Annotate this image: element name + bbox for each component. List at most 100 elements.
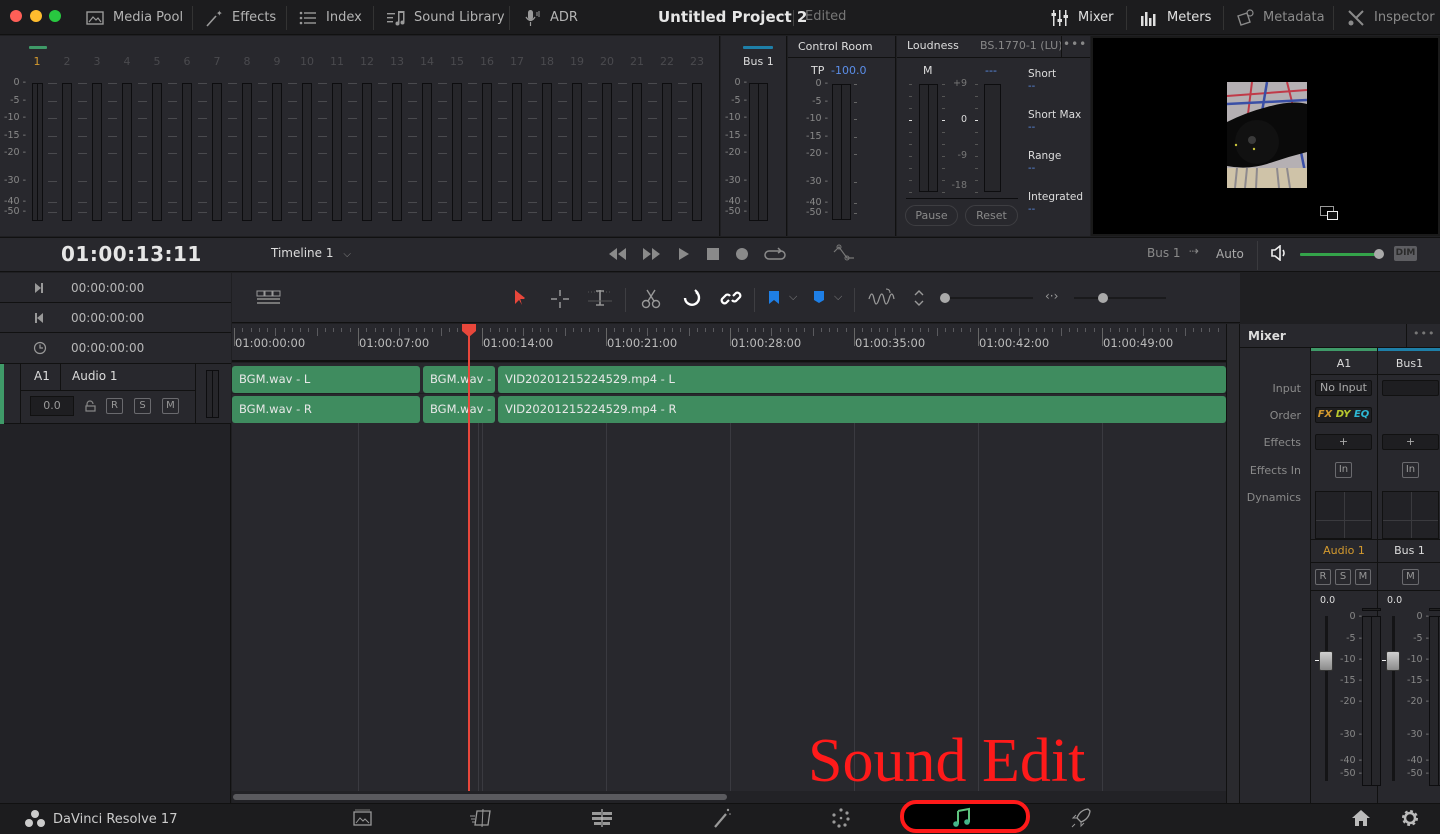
fast-forward-icon[interactable] — [642, 247, 662, 261]
bus1-dynamics-graph[interactable] — [1382, 491, 1439, 539]
out-point-row[interactable]: 00:00:00:00 — [0, 303, 231, 333]
bus-route-target[interactable]: Auto — [1216, 247, 1244, 261]
channel-number[interactable]: 5 — [147, 55, 167, 68]
marker-dropdown-chevron-icon[interactable]: ⌵ — [834, 290, 842, 304]
channel-number[interactable]: 1 — [27, 55, 47, 68]
speaker-volume-icon[interactable] — [1270, 245, 1292, 261]
close-window-button[interactable] — [10, 10, 22, 22]
clip-bgm-left-1[interactable]: BGM.wav - L — [232, 366, 420, 393]
a1-order-button[interactable]: FX DY EQ — [1315, 407, 1372, 423]
a1-mute-button[interactable]: M — [1355, 569, 1371, 585]
marker-blue-icon[interactable] — [813, 290, 825, 304]
channel-number[interactable]: 21 — [627, 55, 647, 68]
reset-button[interactable]: Reset — [965, 205, 1018, 226]
mute-button[interactable]: M — [162, 398, 179, 414]
sound-library-button[interactable]: Sound Library — [386, 0, 505, 35]
clip-video-left[interactable]: VID20201215224529.mp4 - L — [498, 366, 1226, 393]
channel-number[interactable]: 2 — [57, 55, 77, 68]
bus1-input-select[interactable] — [1382, 380, 1439, 396]
effects-button[interactable]: ✦ Effects — [204, 0, 276, 35]
channel-number[interactable]: 22 — [657, 55, 677, 68]
play-icon[interactable] — [677, 247, 691, 261]
edit-page-icon[interactable] — [590, 806, 614, 830]
duration-row[interactable]: 00:00:00:00 — [0, 333, 231, 364]
rewind-icon[interactable] — [607, 247, 627, 261]
mixer-toggle-button[interactable]: Mixer — [1050, 0, 1113, 35]
deliver-page-icon[interactable] — [1069, 806, 1093, 830]
metadata-toggle-button[interactable]: Metadata — [1235, 0, 1325, 35]
playhead-handle[interactable] — [461, 324, 477, 338]
mixer-options-icon[interactable]: ••• — [1413, 327, 1435, 340]
channel-number[interactable]: 12 — [357, 55, 377, 68]
channel-number[interactable]: 23 — [687, 55, 707, 68]
solo-button[interactable]: S — [134, 398, 151, 414]
dim-button[interactable]: DIM — [1394, 246, 1417, 261]
pause-button[interactable]: Pause — [905, 205, 958, 226]
settings-gear-icon[interactable] — [1398, 806, 1422, 830]
channel-number[interactable]: 9 — [267, 55, 287, 68]
color-page-icon[interactable] — [829, 806, 853, 830]
track-height-icon[interactable] — [913, 289, 925, 307]
channel-number[interactable]: 18 — [537, 55, 557, 68]
clip-bgm-right-2[interactable]: BGM.wav - R — [423, 396, 495, 423]
fairlight-page-icon[interactable] — [950, 806, 974, 830]
record-arm-button[interactable]: R — [106, 398, 123, 414]
razor-scissors-icon[interactable] — [641, 287, 661, 309]
channel-number[interactable]: 6 — [177, 55, 197, 68]
minimize-window-button[interactable] — [30, 10, 42, 22]
a1-fader-handle[interactable] — [1319, 651, 1333, 671]
timeline-ruler[interactable]: 01:00:00:00 01:00:07:00 01:00:14:00 01:00:2… — [232, 324, 1226, 362]
clip-video-right[interactable]: VID20201215224529.mp4 - R — [498, 396, 1226, 423]
channel-number[interactable]: 8 — [237, 55, 257, 68]
a1-record-button[interactable]: R — [1315, 569, 1331, 585]
snapping-magnet-icon[interactable] — [681, 288, 703, 308]
lock-icon[interactable] — [84, 400, 96, 412]
timeline-view-options-icon[interactable] — [256, 290, 282, 306]
linked-selection-icon[interactable] — [720, 287, 742, 309]
loop-icon[interactable] — [764, 246, 786, 262]
channel-number[interactable]: 14 — [417, 55, 437, 68]
channel-number[interactable]: 4 — [117, 55, 137, 68]
timeline-selector[interactable]: Timeline 1 ⌵ — [271, 246, 351, 260]
edit-selection-icon[interactable] — [586, 288, 614, 308]
a1-effects-in-button[interactable]: In — [1335, 462, 1352, 478]
media-page-icon[interactable] — [351, 806, 375, 830]
track-level-field[interactable]: 0.0 — [30, 396, 74, 416]
flag-blue-icon[interactable] — [768, 290, 780, 306]
channel-number[interactable]: 15 — [447, 55, 467, 68]
track-height-slider-handle[interactable] — [940, 293, 950, 303]
flag-dropdown-chevron-icon[interactable]: ⌵ — [789, 290, 797, 304]
channel-number[interactable]: 16 — [477, 55, 497, 68]
cut-page-icon[interactable] — [469, 806, 493, 830]
channel-number[interactable]: 3 — [87, 55, 107, 68]
waveform-zoom-icon[interactable] — [868, 287, 896, 309]
a1-solo-button[interactable]: S — [1335, 569, 1351, 585]
a1-dynamics-graph[interactable] — [1315, 491, 1372, 539]
timecode-display[interactable]: 01:00:13:11 — [61, 242, 202, 266]
range-selection-icon[interactable] — [550, 289, 570, 309]
automation-icon[interactable] — [832, 244, 858, 264]
more-options-icon[interactable]: ••• — [1063, 37, 1087, 51]
scrollbar-thumb[interactable] — [233, 794, 727, 800]
stop-icon[interactable] — [706, 247, 720, 261]
track-height-slider[interactable] — [945, 297, 1033, 299]
channel-number[interactable]: 20 — [597, 55, 617, 68]
bus1-add-effect-button[interactable]: + — [1382, 434, 1439, 450]
meters-toggle-button[interactable]: Meters — [1139, 0, 1211, 35]
channel-number[interactable]: 11 — [327, 55, 347, 68]
in-point-row[interactable]: 00:00:00:00 — [0, 273, 231, 303]
bus1-effects-in-button[interactable]: In — [1402, 462, 1419, 478]
inspector-toggle-button[interactable]: Inspector — [1346, 0, 1435, 35]
track-header-a1[interactable]: A1 Audio 1 0.0 R S M — [0, 364, 231, 424]
channel-number[interactable]: 17 — [507, 55, 527, 68]
a1-add-effect-button[interactable]: + — [1315, 434, 1372, 450]
home-icon[interactable] — [1349, 806, 1373, 830]
track-name[interactable]: Audio 1 — [72, 369, 118, 383]
channel-number[interactable]: 10 — [297, 55, 317, 68]
index-button[interactable]: Index — [298, 0, 362, 35]
horizontal-zoom-slider[interactable] — [1074, 297, 1166, 299]
clip-bgm-left-2[interactable]: BGM.wav - L — [423, 366, 495, 393]
adr-button[interactable]: ADR — [522, 0, 578, 35]
channel-number[interactable]: 13 — [387, 55, 407, 68]
maximize-window-button[interactable] — [49, 10, 61, 22]
